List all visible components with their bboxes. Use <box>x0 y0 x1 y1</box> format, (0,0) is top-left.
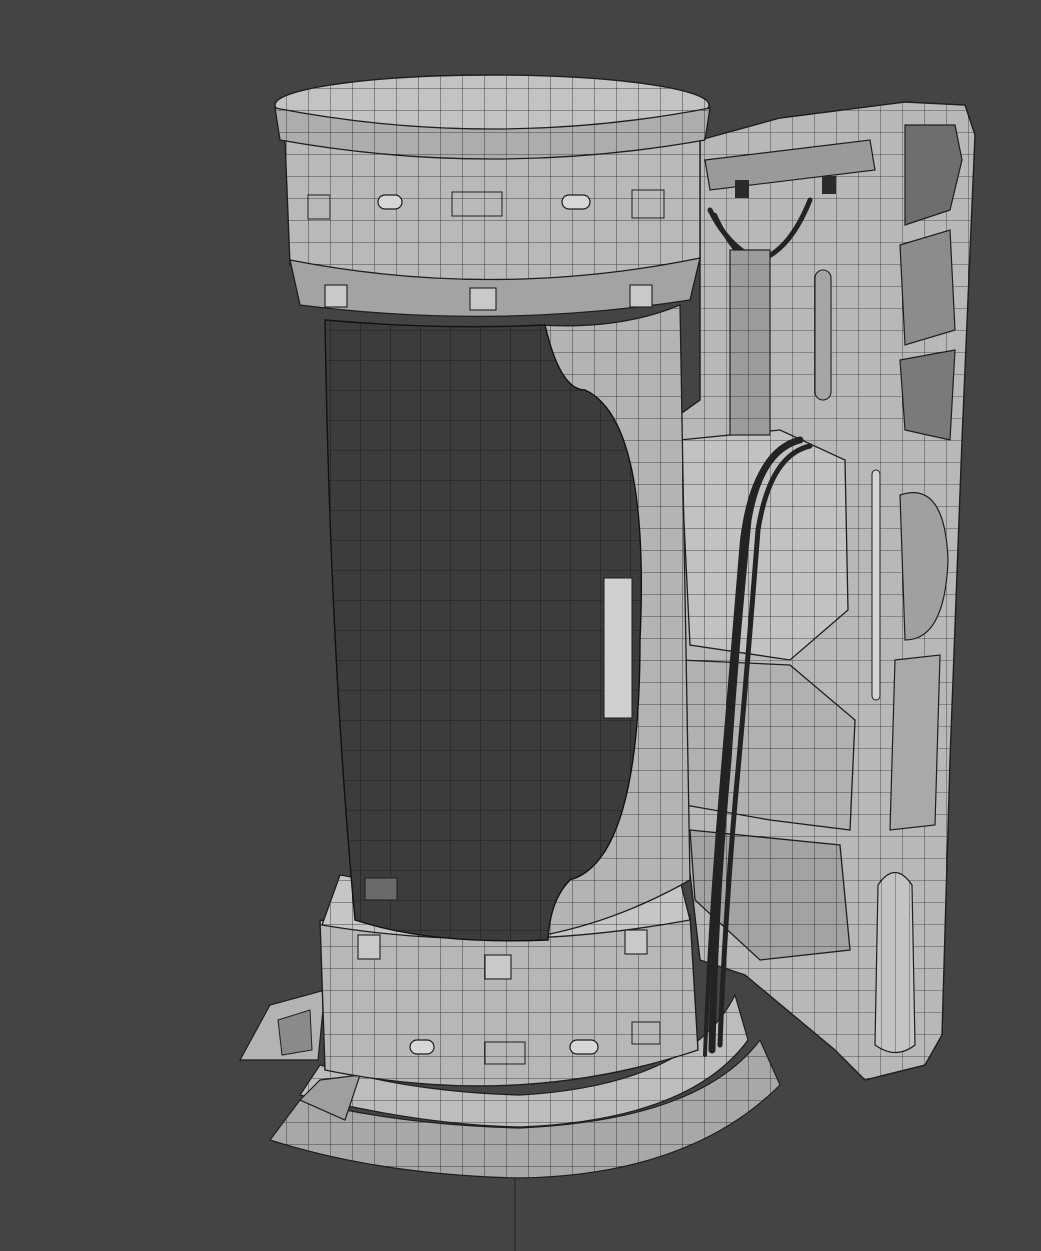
window-label-plate <box>603 577 633 719</box>
canister[interactable] <box>874 871 916 1054</box>
vent-grille <box>364 877 398 901</box>
cylinder-tank[interactable] <box>274 74 711 1087</box>
3d-viewport[interactable] <box>0 0 1041 1251</box>
viewport-canvas[interactable] <box>0 0 1041 1251</box>
